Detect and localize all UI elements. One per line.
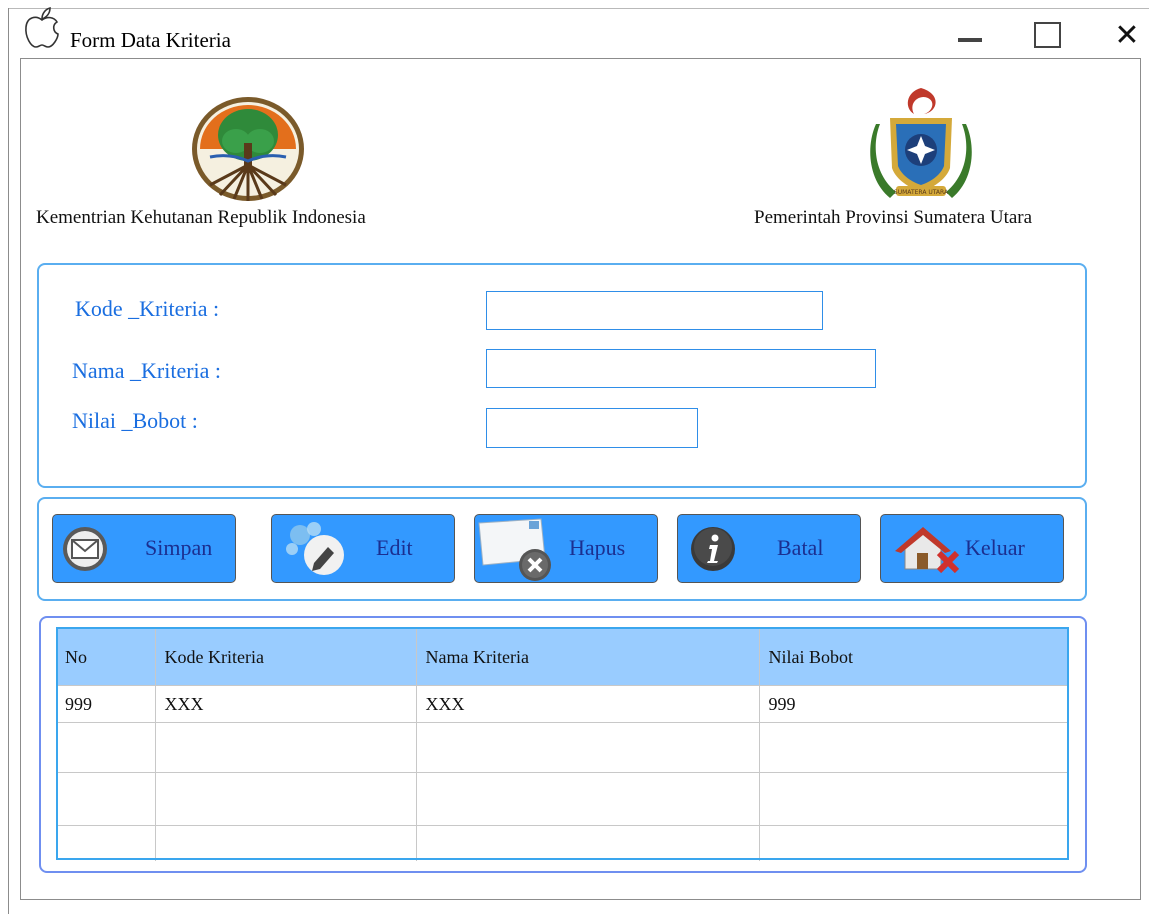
close-button[interactable]: ✕ [1110,18,1144,54]
table-cell[interactable] [416,825,760,861]
batal-button[interactable]: Batal [677,514,861,583]
table-cell[interactable] [155,722,417,773]
batal-label: Batal [777,535,824,560]
table-row[interactable] [56,825,1069,861]
nama-kriteria-label: Nama _Kriteria : [72,358,222,383]
table-header-row: No Kode Kriteria Nama Kriteria Nilai Bob… [56,627,1069,686]
table-cell[interactable]: 999 [56,685,156,723]
apple-outline-icon [25,6,59,48]
edit-label: Edit [376,535,413,560]
table-cell[interactable] [416,722,760,773]
edit-button[interactable]: Edit [271,514,455,583]
kementrian-kehutanan-logo [192,97,304,201]
table-cell[interactable] [155,772,417,826]
kode-kriteria-input[interactable] [486,291,823,330]
table-row[interactable] [56,772,1069,826]
svg-text:SUMATERA UTARA: SUMATERA UTARA [894,189,949,196]
column-header-no[interactable]: No [56,627,156,686]
table-cell[interactable]: XXX [416,685,760,723]
hapus-label: Hapus [569,535,626,560]
client-border-bottom [20,899,1141,900]
house-exit-icon [895,527,960,574]
table-cell[interactable] [416,772,760,826]
client-border-right [1140,58,1141,900]
table-cell[interactable]: XXX [155,685,417,723]
keluar-label: Keluar [965,535,1025,560]
table-row[interactable]: 999 XXX XXX 999 [56,685,1069,723]
org-name-left: Kementrian Kehutanan Republik Indonesia [36,207,366,228]
table-cell[interactable] [759,825,1069,861]
table-cell[interactable] [759,772,1069,826]
nilai-bobot-input[interactable] [486,408,698,448]
hapus-button[interactable]: Hapus [474,514,658,583]
table-cell[interactable] [56,825,156,861]
column-header-nilai-bobot[interactable]: Nilai Bobot [759,627,1069,686]
table-row[interactable] [56,722,1069,773]
simpan-label: Simpan [145,535,213,560]
title-bar-separator [20,58,1141,59]
mail-delete-icon [478,518,551,581]
window-frame-top [8,8,1149,9]
column-header-kode-kriteria[interactable]: Kode Kriteria [155,627,417,686]
minimize-button[interactable] [955,24,985,54]
table-cell[interactable] [155,825,417,861]
table-cell[interactable] [56,772,156,826]
keluar-button[interactable]: Keluar [880,514,1064,583]
pencil-edit-icon [286,522,344,575]
maximize-button[interactable] [1034,22,1061,48]
column-header-nama-kriteria[interactable]: Nama Kriteria [416,627,760,686]
sumatera-utara-emblem: SUMATERA UTARA [870,88,972,198]
info-icon [691,527,735,571]
envelope-save-icon [63,527,107,571]
table-cell[interactable] [56,722,156,773]
kode-kriteria-label: Kode _Kriteria : [75,296,220,321]
window-title: Form Data Kriteria [70,28,231,52]
nilai-bobot-label: Nilai _Bobot : [72,408,198,433]
client-border-left [20,58,21,900]
window-frame-left [8,8,9,914]
org-name-right: Pemerintah Provinsi Sumatera Utara [754,207,1033,228]
kriteria-table: No Kode Kriteria Nama Kriteria Nilai Bob… [56,627,1069,861]
nama-kriteria-input[interactable] [486,349,876,388]
table-cell[interactable]: 999 [759,685,1069,723]
simpan-button[interactable]: Simpan [52,514,236,583]
table-cell[interactable] [759,722,1069,773]
